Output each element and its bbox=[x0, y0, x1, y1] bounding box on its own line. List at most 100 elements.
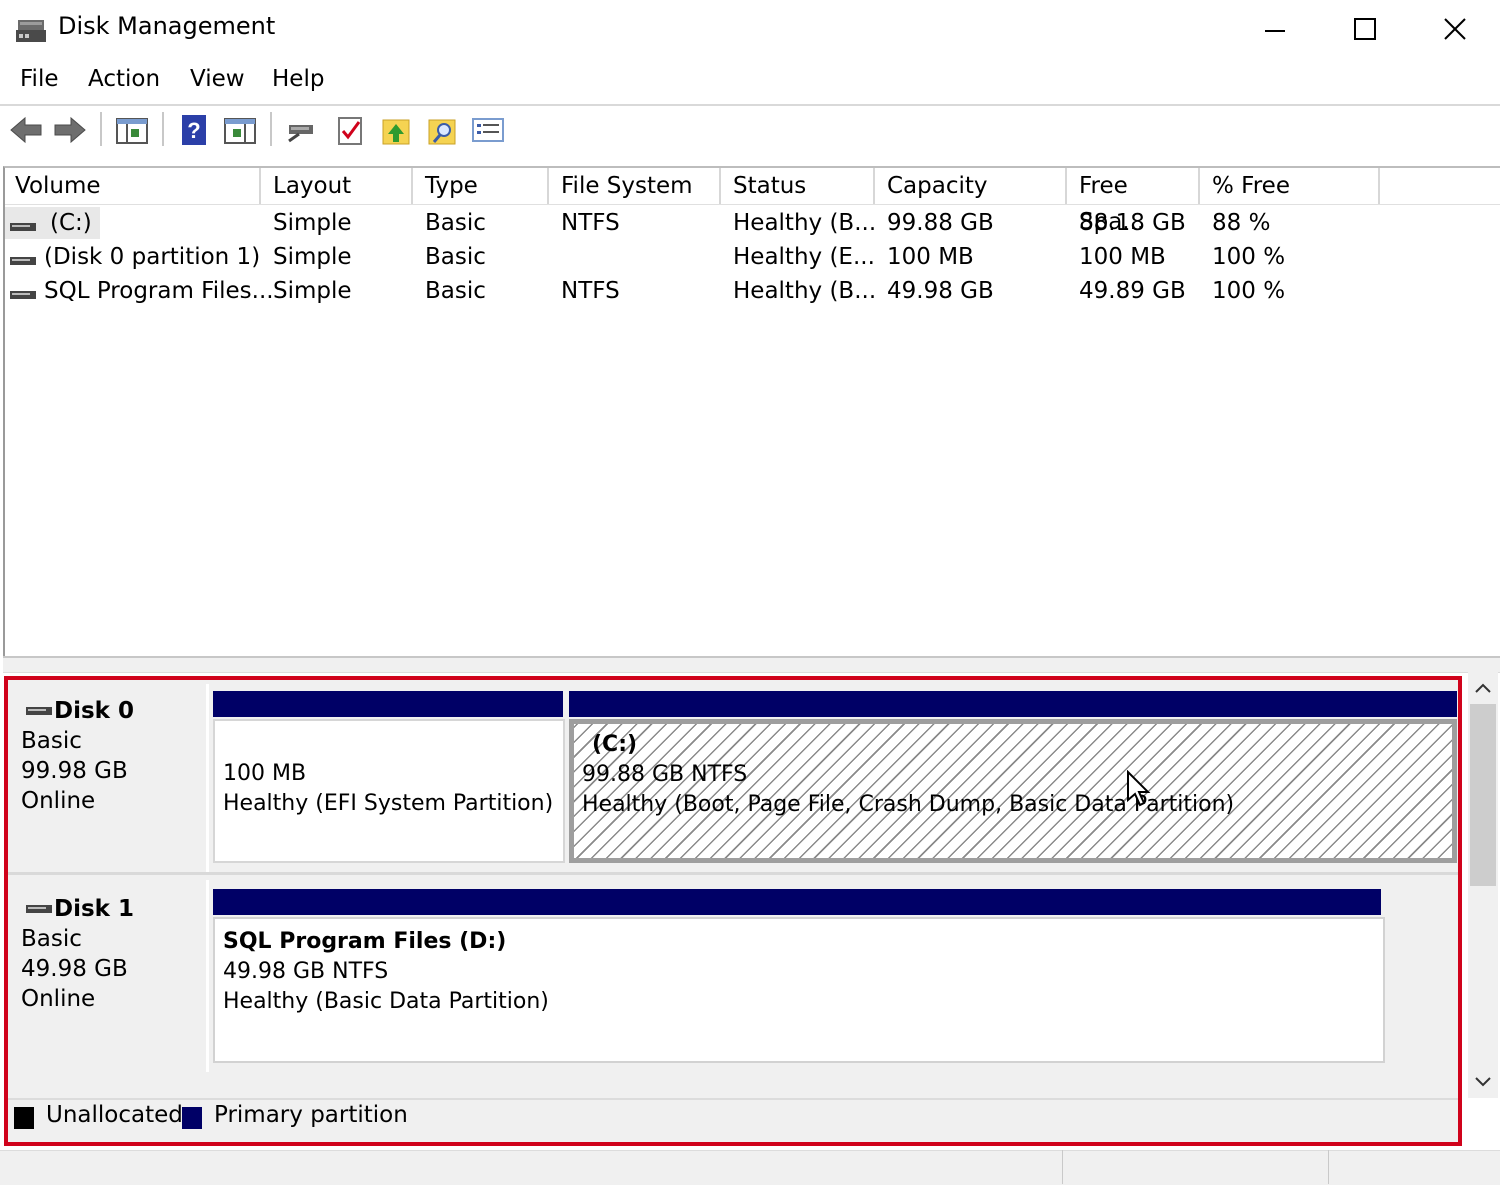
scrollbar-thumb[interactable] bbox=[1470, 704, 1496, 886]
scroll-up-button[interactable] bbox=[1470, 676, 1496, 700]
back-icon bbox=[10, 116, 42, 144]
forward-button[interactable] bbox=[52, 112, 88, 148]
disk-divider bbox=[206, 684, 209, 874]
chevron-down-icon bbox=[1475, 1077, 1491, 1087]
cell-status: Healthy (B... bbox=[733, 278, 877, 304]
legend-swatch-primary-partition bbox=[182, 1107, 202, 1129]
disk-divider bbox=[206, 880, 209, 1072]
partition-c[interactable]: (C:) 99.88 GB NTFS Healthy (Boot, Page F… bbox=[569, 719, 1457, 863]
maximize-button[interactable] bbox=[1320, 0, 1410, 58]
import-button[interactable] bbox=[378, 112, 414, 148]
menu-file[interactable]: File bbox=[20, 66, 59, 92]
partition-efi[interactable]: 100 MB Healthy (EFI System Partition) bbox=[213, 719, 565, 863]
primary-partition-bar bbox=[213, 691, 563, 717]
minimize-icon bbox=[1265, 30, 1285, 32]
console-tree-icon bbox=[116, 118, 148, 144]
console-tree-button[interactable] bbox=[114, 112, 150, 148]
partition-title: SQL Program Files (D:) bbox=[223, 929, 507, 954]
cell-capacity: 99.88 GB bbox=[887, 210, 994, 236]
back-button[interactable] bbox=[8, 112, 44, 148]
partition-status: Healthy (EFI System Partition) bbox=[223, 791, 554, 816]
legend-swatch-unallocated bbox=[14, 1107, 34, 1129]
cell-volume[interactable]: SQL Program Files... bbox=[44, 275, 274, 307]
column-file-system[interactable]: File System bbox=[551, 168, 721, 204]
cell-percent-free: 88 % bbox=[1212, 210, 1271, 236]
connect-button[interactable] bbox=[284, 112, 320, 148]
list-view-button[interactable] bbox=[470, 112, 506, 148]
cell-file-system: NTFS bbox=[561, 210, 620, 236]
column-free-space[interactable]: Free Spa... bbox=[1069, 168, 1200, 235]
pane-splitter[interactable] bbox=[3, 656, 1500, 673]
close-icon bbox=[1444, 18, 1466, 40]
toolbar-separator bbox=[100, 112, 102, 146]
menu-help[interactable]: Help bbox=[272, 66, 324, 92]
disk-name: Disk 0 bbox=[54, 698, 134, 724]
partition-status: Healthy (Basic Data Partition) bbox=[223, 989, 549, 1014]
search-folder-icon bbox=[428, 119, 456, 145]
disk-state: Online bbox=[21, 788, 96, 814]
partition-size: 100 MB bbox=[223, 761, 307, 786]
primary-partition-bar bbox=[569, 691, 1457, 717]
scroll-down-button[interactable] bbox=[1470, 1070, 1496, 1094]
column-volume[interactable]: Volume bbox=[5, 168, 261, 204]
primary-partition-bar bbox=[213, 889, 1381, 915]
cell-free-space: 88.18 GB bbox=[1079, 210, 1186, 236]
menu-view[interactable]: View bbox=[190, 66, 245, 92]
disk-icon bbox=[26, 707, 52, 715]
disk-management-app-icon bbox=[14, 12, 48, 46]
minimize-button[interactable] bbox=[1230, 0, 1320, 58]
column-percent-free[interactable]: % Free bbox=[1202, 168, 1380, 204]
disk-1-label[interactable]: Disk 1 Basic 49.98 GB Online bbox=[12, 888, 206, 1072]
column-capacity[interactable]: Capacity bbox=[877, 168, 1067, 204]
connect-icon bbox=[288, 125, 313, 143]
cell-percent-free: 100 % bbox=[1212, 244, 1286, 270]
list-view-icon bbox=[472, 118, 504, 142]
status-bar-separator bbox=[1328, 1150, 1329, 1184]
column-layout[interactable]: Layout bbox=[263, 168, 413, 204]
import-up-icon bbox=[382, 119, 410, 145]
search-button[interactable] bbox=[424, 112, 460, 148]
cell-status: Healthy (B... bbox=[733, 210, 877, 236]
cell-capacity: 49.98 GB bbox=[887, 278, 994, 304]
partition-size: 49.98 GB NTFS bbox=[223, 959, 389, 984]
disk-type: Basic bbox=[21, 926, 82, 952]
properties-check-icon bbox=[338, 117, 362, 145]
status-bar-separator bbox=[1062, 1150, 1063, 1184]
properties-button[interactable] bbox=[332, 112, 368, 148]
legend-label-primary-partition: Primary partition bbox=[214, 1102, 408, 1128]
disk-size: 49.98 GB bbox=[21, 956, 128, 982]
cell-capacity: 100 MB bbox=[887, 244, 974, 270]
disk-name: Disk 1 bbox=[54, 896, 134, 922]
cell-volume[interactable]: (Disk 0 partition 1) bbox=[44, 241, 260, 273]
partition-sql-program-files[interactable]: SQL Program Files (D:) 49.98 GB NTFS Hea… bbox=[213, 917, 1385, 1063]
close-button[interactable] bbox=[1410, 0, 1500, 58]
volume-icon bbox=[10, 285, 38, 299]
maximize-icon bbox=[1354, 18, 1376, 40]
cell-layout: Simple bbox=[273, 210, 352, 236]
column-type[interactable]: Type bbox=[415, 168, 549, 204]
cell-status: Healthy (E... bbox=[733, 244, 875, 270]
disk-size: 99.98 GB bbox=[21, 758, 128, 784]
disk-0-label[interactable]: Disk 0 Basic 99.98 GB Online bbox=[12, 690, 206, 872]
help-button[interactable]: ? bbox=[176, 112, 212, 148]
volume-icon bbox=[10, 251, 38, 265]
partition-size: 99.88 GB NTFS bbox=[582, 762, 748, 787]
legend-label-unallocated: Unallocated bbox=[46, 1102, 183, 1128]
cell-percent-free: 100 % bbox=[1212, 278, 1286, 304]
mouse-cursor-icon bbox=[1126, 769, 1154, 808]
forward-icon bbox=[54, 116, 86, 144]
cell-volume[interactable]: (C:) bbox=[50, 207, 92, 239]
cell-type: Basic bbox=[425, 244, 486, 270]
cell-layout: Simple bbox=[273, 278, 352, 304]
menu-action[interactable]: Action bbox=[88, 66, 160, 92]
help-icon: ? bbox=[182, 115, 206, 145]
cell-file-system: NTFS bbox=[561, 278, 620, 304]
svg-text:?: ? bbox=[187, 118, 200, 143]
disk-type: Basic bbox=[21, 728, 82, 754]
column-status[interactable]: Status bbox=[723, 168, 875, 204]
cell-free-space: 100 MB bbox=[1079, 244, 1166, 270]
show-hide-pane-button[interactable] bbox=[222, 112, 258, 148]
volume-list bbox=[3, 166, 1500, 658]
window-title: Disk Management bbox=[58, 12, 276, 40]
toolbar-separator bbox=[162, 112, 164, 146]
